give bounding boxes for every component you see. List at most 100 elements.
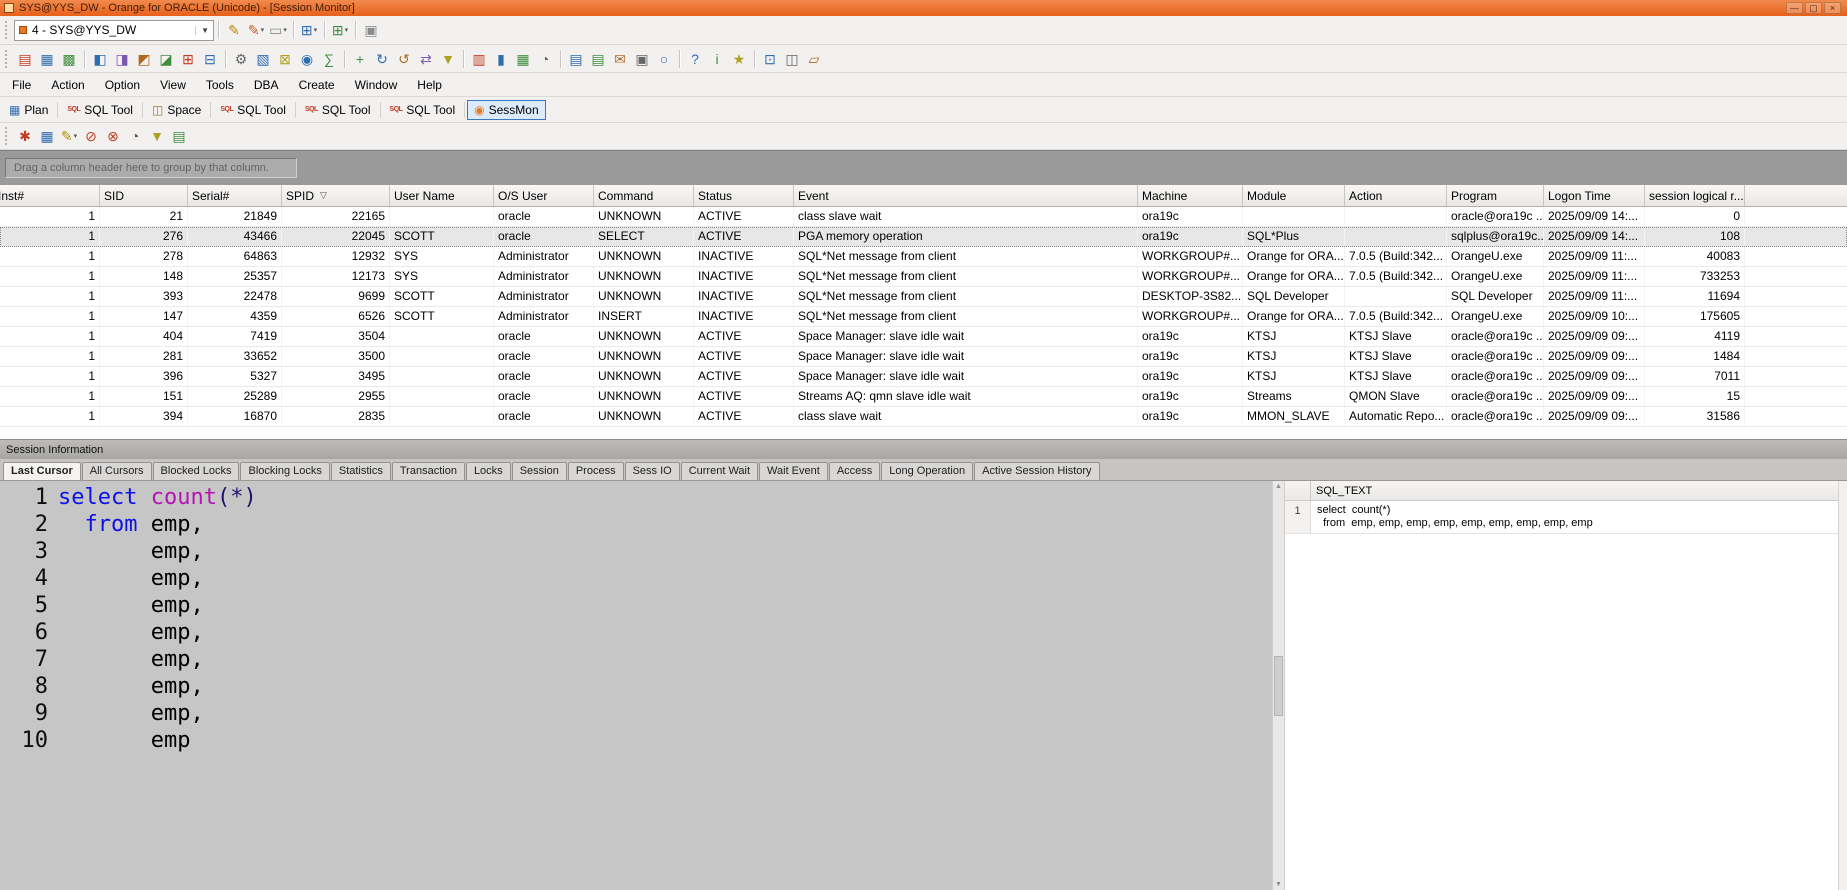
column-header-sid[interactable]: SID xyxy=(100,185,188,206)
function-icon[interactable]: ◪ xyxy=(155,48,177,70)
column-header-inst[interactable]: Inst# xyxy=(0,185,100,206)
filter-funnel-icon[interactable]: ▼ xyxy=(146,125,168,147)
clock-icon[interactable]: ◔ xyxy=(534,48,556,70)
sql-editor[interactable]: 1 select count(*) 2 from emp, 3 emp, 4 emp, 5… xyxy=(0,481,1272,890)
tab-locks[interactable]: Locks xyxy=(465,462,511,480)
session-row[interactable]: 1 148 25357 12173 SYS Administrator UNKNOWN INA… xyxy=(0,267,1847,287)
sequence-icon[interactable]: ⊟ xyxy=(199,48,221,70)
tab-process[interactable]: Process xyxy=(567,462,624,480)
copy-grid-icon[interactable]: ▦ xyxy=(36,125,58,147)
session-monitor-icon[interactable]: ◉ xyxy=(296,48,318,70)
tab-wait-event[interactable]: Wait Event xyxy=(759,462,828,480)
favorite-star-icon[interactable]: ★ xyxy=(728,48,750,70)
layout-grid-icon[interactable]: ⊞ ▾ xyxy=(298,19,320,41)
search-icon[interactable]: ○ xyxy=(653,48,675,70)
module-space[interactable]: ◫ Space xyxy=(145,100,208,120)
menu-dba[interactable]: DBA xyxy=(244,73,289,96)
toolbar-grip[interactable] xyxy=(5,21,9,39)
scroll-up-icon[interactable]: ▲ xyxy=(1275,483,1282,490)
undo-icon[interactable]: ↺ xyxy=(393,48,415,70)
session-row[interactable]: 1 147 4359 6526 SCOTT Administrator INSERT INAC… xyxy=(0,307,1847,327)
tab-blocked-locks[interactable]: Blocked Locks xyxy=(152,462,240,480)
window-cascade-icon[interactable]: ▱ xyxy=(803,48,825,70)
module-sql-tool[interactable]: SQL SQL Tool xyxy=(213,100,293,120)
module-sql-tool[interactable]: SQL SQL Tool xyxy=(383,100,463,120)
kill-session-icon[interactable]: ⊘ xyxy=(80,125,102,147)
info-icon[interactable]: i xyxy=(706,48,728,70)
tab-statistics[interactable]: Statistics xyxy=(330,462,391,480)
session-row[interactable]: 1 393 22478 9699 SCOTT Administrator UNKNOWN IN… xyxy=(0,287,1847,307)
column-header-action[interactable]: Action xyxy=(1345,185,1447,206)
scroll-down-icon[interactable]: ▼ xyxy=(1275,881,1282,888)
pin-layout-icon[interactable]: ▣ xyxy=(360,19,382,41)
menu-help[interactable]: Help xyxy=(407,73,452,96)
menu-option[interactable]: Option xyxy=(95,73,150,96)
close-button[interactable]: × xyxy=(1824,2,1841,14)
group-by-band[interactable]: Drag a column header here to group by th… xyxy=(0,150,1847,185)
scrollbar-thumb[interactable] xyxy=(1274,655,1283,716)
menu-window[interactable]: Window xyxy=(345,73,408,96)
edit-pencil-alt-icon[interactable]: ✎ ▾ xyxy=(245,19,267,41)
calendar-icon[interactable]: ▦ xyxy=(512,48,534,70)
session-row[interactable]: 1 151 25289 2955 oracle UNKNOWN ACTIVE Streams … xyxy=(0,387,1847,407)
mail-icon[interactable]: ✉ xyxy=(609,48,631,70)
doc-export-icon[interactable]: ▤ xyxy=(565,48,587,70)
procedure-icon[interactable]: ◩ xyxy=(133,48,155,70)
new-sql-icon[interactable]: ▤ xyxy=(14,48,36,70)
session-row[interactable]: 1 278 64863 12932 SYS Administrator UNKNOWN INA… xyxy=(0,247,1847,267)
sql-text-row[interactable]: 1 select count(*) from emp, emp, emp, emp… xyxy=(1285,501,1838,534)
session-row[interactable]: 1 394 16870 2835 oracle UNKNOWN ACTIVE class sl… xyxy=(0,407,1847,427)
swap-icon[interactable]: ⇄ xyxy=(415,48,437,70)
column-header-program[interactable]: Program xyxy=(1447,185,1544,206)
module-sessmon[interactable]: ◉ SessMon xyxy=(467,99,546,120)
column-header-o-s-user[interactable]: O/S User xyxy=(494,185,594,206)
session-row[interactable]: 1 396 5327 3495 oracle UNKNOWN ACTIVE Space Man… xyxy=(0,367,1847,387)
toolbar-grip[interactable] xyxy=(5,127,9,145)
settings-gear-icon[interactable]: ⚙ xyxy=(230,48,252,70)
menu-view[interactable]: View xyxy=(150,73,196,96)
stop-refresh-icon[interactable]: ⊗ xyxy=(102,125,124,147)
sql-text-column-header[interactable]: SQL_TEXT xyxy=(1311,481,1838,500)
toolbar-grip[interactable] xyxy=(5,49,9,68)
menu-create[interactable]: Create xyxy=(289,73,345,96)
monitor-chart-icon[interactable]: ▧ xyxy=(252,48,274,70)
panel-vscrollbar[interactable] xyxy=(1838,481,1847,890)
module-plan[interactable]: ▦ Plan xyxy=(2,100,55,120)
column-header-session-logical-r[interactable]: session logical r... xyxy=(1645,185,1745,206)
lock-monitor-icon[interactable]: ⊠ xyxy=(274,48,296,70)
tab-sess-io[interactable]: Sess IO xyxy=(624,462,680,480)
maximize-button[interactable]: ▢ xyxy=(1805,2,1822,14)
menu-action[interactable]: Action xyxy=(41,73,94,96)
session-row[interactable]: 1 21 21849 22165 oracle UNKNOWN ACTIVE class sl… xyxy=(0,207,1847,227)
eraser-icon[interactable]: ▭ ▾ xyxy=(267,19,289,41)
help-icon[interactable]: ? xyxy=(684,48,706,70)
column-header-module[interactable]: Module xyxy=(1243,185,1345,206)
tab-transaction[interactable]: Transaction xyxy=(391,462,465,480)
session-row[interactable]: 1 404 7419 3504 oracle UNKNOWN ACTIVE Space Man… xyxy=(0,327,1847,347)
doc-import-icon[interactable]: ▤ xyxy=(587,48,609,70)
tab-last-cursor[interactable]: Last Cursor xyxy=(3,462,81,480)
edit-pencil-icon[interactable]: ✎ xyxy=(223,19,245,41)
schema-browser-icon[interactable]: ▦ xyxy=(36,48,58,70)
layout-grid-alt-icon[interactable]: ⊞ ▾ xyxy=(329,19,351,41)
session-row[interactable]: 1 276 43466 22045 SCOTT oracle SELECT ACTIVE PGA… xyxy=(0,227,1847,247)
connection-combobox[interactable]: 4 - SYS@YYS_DW ▼ xyxy=(14,19,214,41)
print-icon[interactable]: ▣ xyxy=(631,48,653,70)
module-sql-tool[interactable]: SQL SQL Tool xyxy=(60,100,140,120)
trigger-icon[interactable]: ⊞ xyxy=(177,48,199,70)
tab-active-session-history[interactable]: Active Session History xyxy=(974,462,1100,480)
session-row[interactable]: 1 281 33652 3500 oracle UNKNOWN ACTIVE Space Ma… xyxy=(0,347,1847,367)
tab-all-cursors[interactable]: All Cursors xyxy=(81,462,152,480)
tab-session[interactable]: Session xyxy=(511,462,567,480)
column-pencil-icon[interactable]: ✎ ▾ xyxy=(58,125,80,147)
module-sql-tool[interactable]: SQL SQL Tool xyxy=(298,100,378,120)
menu-tools[interactable]: Tools xyxy=(196,73,244,96)
refresh-flower-icon[interactable]: ✱ xyxy=(14,125,36,147)
report-icon[interactable]: ▥ xyxy=(468,48,490,70)
report-doc-icon[interactable]: ▤ xyxy=(168,125,190,147)
view-info-icon[interactable]: ◨ xyxy=(111,48,133,70)
filter-icon[interactable]: ▼ xyxy=(437,48,459,70)
tab-current-wait[interactable]: Current Wait xyxy=(680,462,759,480)
tab-blocking-locks[interactable]: Blocking Locks xyxy=(240,462,330,480)
column-header-serial[interactable]: Serial# xyxy=(188,185,282,206)
